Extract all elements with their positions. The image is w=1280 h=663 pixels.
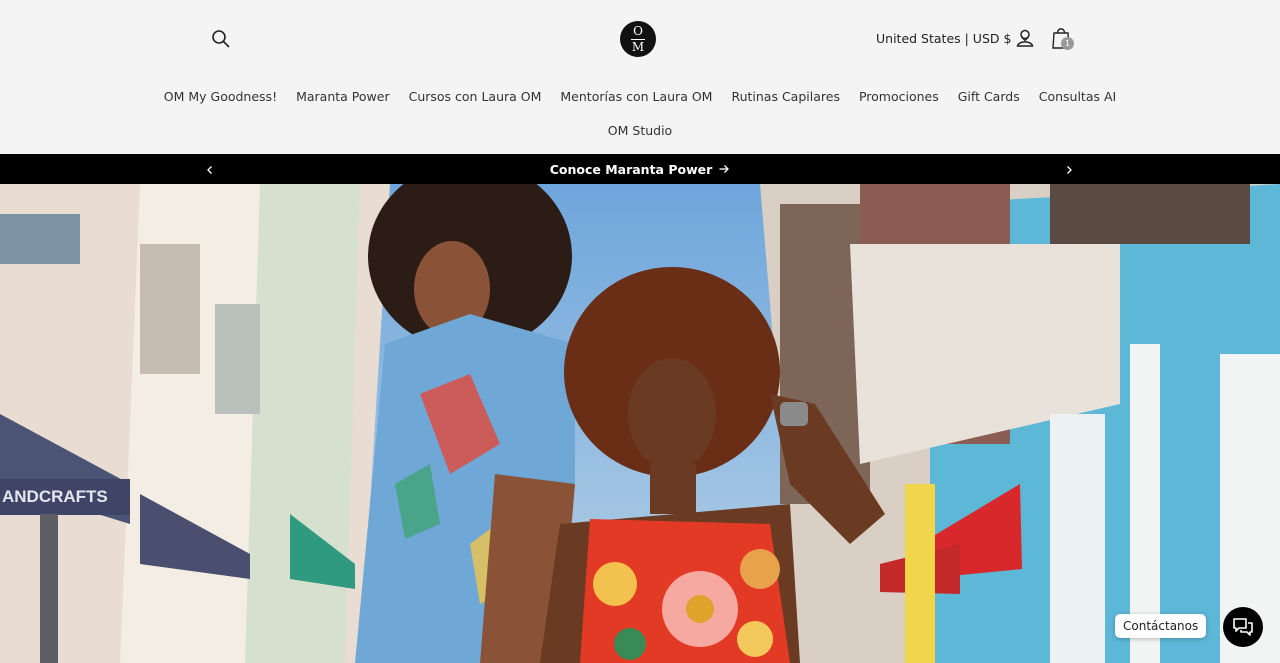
nav-item-maranta-power[interactable]: Maranta Power <box>296 89 390 104</box>
nav-item-om-studio[interactable]: OM Studio <box>608 123 672 138</box>
arrow-right-icon <box>719 165 730 173</box>
main-nav-row-2: OM Studio <box>0 123 1280 138</box>
announcement-bar: Conoce Maranta Power <box>0 154 1280 184</box>
user-icon[interactable] <box>1014 27 1036 49</box>
nav-item-promociones[interactable]: Promociones <box>859 89 939 104</box>
cart-count-badge: 1 <box>1061 37 1074 50</box>
chevron-left-icon[interactable] <box>203 162 217 176</box>
announcement-link[interactable]: Conoce Maranta Power <box>550 162 731 177</box>
nav-item-rutinas-capilares[interactable]: Rutinas Capilares <box>731 89 839 104</box>
nav-item-consultas-ai[interactable]: Consultas AI <box>1039 89 1117 104</box>
hero-image: ANDCRAFTS <box>0 184 1280 663</box>
nav-item-om-my-goodness[interactable]: OM My Goodness! <box>164 89 277 104</box>
site-header: O M United States | USD $ 1 OM My Goodne… <box>0 0 1280 154</box>
nav-item-gift-cards[interactable]: Gift Cards <box>958 89 1020 104</box>
chat-label-text: Contáctanos <box>1123 619 1199 633</box>
nav-item-mentorias[interactable]: Mentorías con Laura OM <box>560 89 712 104</box>
locale-label: United States | USD $ <box>876 31 1012 46</box>
logo-letter-bottom: M <box>631 39 645 54</box>
chat-label[interactable]: Contáctanos <box>1115 614 1207 638</box>
announcement-text: Conoce Maranta Power <box>549 161 713 177</box>
locale-selector[interactable]: United States | USD $ <box>876 31 1030 46</box>
search-icon[interactable] <box>210 28 232 50</box>
storefront-sign: ANDCRAFTS <box>2 487 108 506</box>
chevron-right-icon[interactable] <box>1062 162 1076 176</box>
site-logo[interactable]: O M <box>620 21 656 57</box>
main-nav: OM My Goodness! Maranta Power Cursos con… <box>0 89 1280 104</box>
nav-item-cursos[interactable]: Cursos con Laura OM <box>409 89 542 104</box>
hero-banner: ANDCRAFTS <box>0 184 1280 663</box>
logo-letter-top: O <box>633 23 643 38</box>
chat-icon[interactable] <box>1223 607 1263 647</box>
